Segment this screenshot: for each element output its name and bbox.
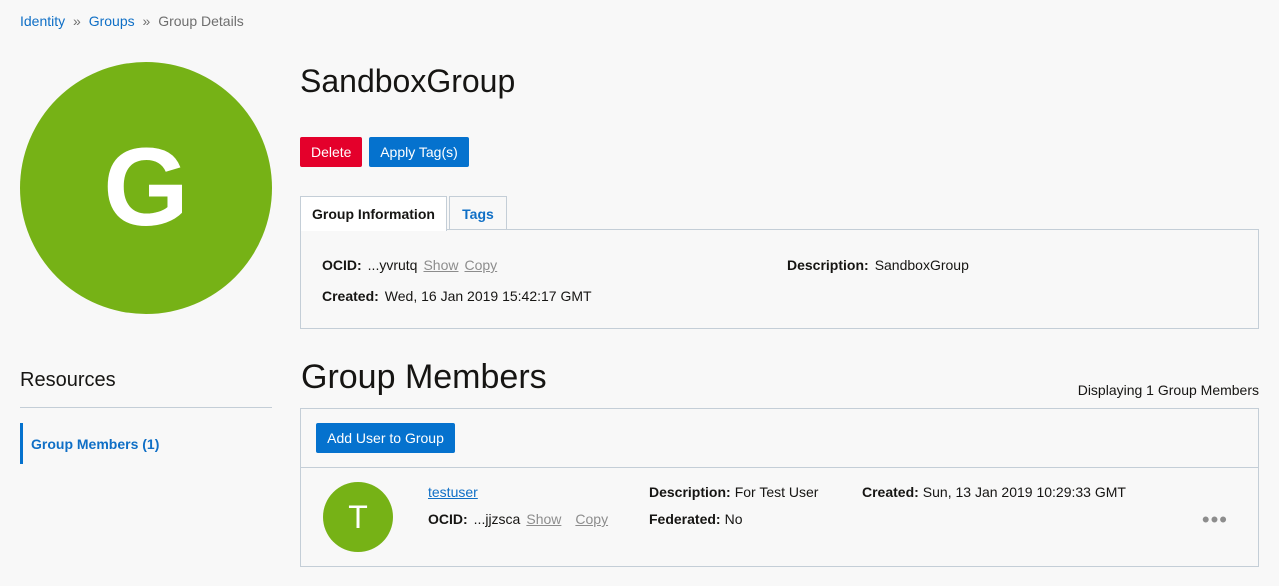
member-ocid-value: ...jjzsca — [473, 511, 521, 527]
member-created-label: Created: — [862, 484, 919, 500]
page-title: SandboxGroup — [300, 63, 516, 99]
breadcrumb-separator: » — [142, 13, 151, 29]
ocid-field: OCID: ...yvrutq Show Copy — [322, 257, 497, 273]
member-created-value: Sun, 13 Jan 2019 10:29:33 GMT — [922, 484, 1126, 500]
created-label: Created: — [322, 288, 379, 304]
description-value: SandboxGroup — [874, 257, 969, 273]
member-description-label: Description: — [649, 484, 731, 500]
apply-tags-button[interactable]: Apply Tag(s) — [369, 137, 469, 167]
member-federated-field: Federated: No — [649, 511, 742, 527]
group-avatar: G — [20, 62, 272, 314]
created-field: Created: Wed, 16 Jan 2019 15:42:17 GMT — [322, 288, 592, 304]
breadcrumb-current: Group Details — [158, 13, 244, 29]
tab-group-information[interactable]: Group Information — [300, 196, 447, 231]
ocid-value: ...yvrutq — [367, 257, 418, 273]
add-user-to-group-button[interactable]: Add User to Group — [316, 423, 455, 453]
member-name: testuser — [428, 484, 478, 500]
group-avatar-letter: G — [103, 126, 189, 249]
ocid-label: OCID: — [322, 257, 362, 273]
breadcrumb-separator: » — [73, 13, 81, 29]
ocid-show-link[interactable]: Show — [423, 257, 458, 273]
resources-divider — [20, 407, 272, 408]
group-members-panel: Add User to Group T testuser OCID: ...jjz… — [300, 408, 1259, 567]
resources-title: Resources — [20, 369, 116, 391]
group-members-count: Displaying 1 Group Members — [1077, 382, 1259, 398]
description-label: Description: — [787, 257, 869, 273]
member-ocid-copy-link[interactable]: Copy — [575, 511, 608, 527]
resources-item-group-members[interactable]: Group Members (1) — [20, 423, 272, 464]
member-name-link[interactable]: testuser — [428, 484, 478, 500]
member-ocid-show-link[interactable]: Show — [526, 511, 561, 527]
breadcrumb: Identity » Groups » Group Details — [20, 13, 244, 29]
description-field: Description: SandboxGroup — [787, 257, 969, 273]
member-federated-label: Federated: — [649, 511, 721, 527]
member-created-field: Created: Sun, 13 Jan 2019 10:29:33 GMT — [862, 484, 1126, 500]
group-info-panel: OCID: ...yvrutq Show Copy Created: Wed, 16 J… — [300, 229, 1259, 329]
group-members-title: Group Members — [301, 358, 547, 396]
breadcrumb-groups-link[interactable]: Groups — [89, 13, 135, 29]
members-toolbar: Add User to Group — [301, 409, 1258, 468]
member-description-field: Description: For Test User — [649, 484, 818, 500]
member-description-value: For Test User — [734, 484, 819, 500]
delete-button[interactable]: Delete — [300, 137, 362, 167]
breadcrumb-identity-link[interactable]: Identity — [20, 13, 65, 29]
tab-tags[interactable]: Tags — [449, 196, 507, 230]
ocid-copy-link[interactable]: Copy — [465, 257, 498, 273]
created-value: Wed, 16 Jan 2019 15:42:17 GMT — [384, 288, 592, 304]
member-ocid-label: OCID: — [428, 511, 468, 527]
member-federated-value: No — [724, 511, 743, 527]
member-avatar: T — [323, 482, 393, 552]
member-ocid-field: OCID: ...jjzsca Show Copy — [428, 511, 608, 527]
member-actions-menu-icon[interactable]: ••• — [1202, 509, 1228, 531]
